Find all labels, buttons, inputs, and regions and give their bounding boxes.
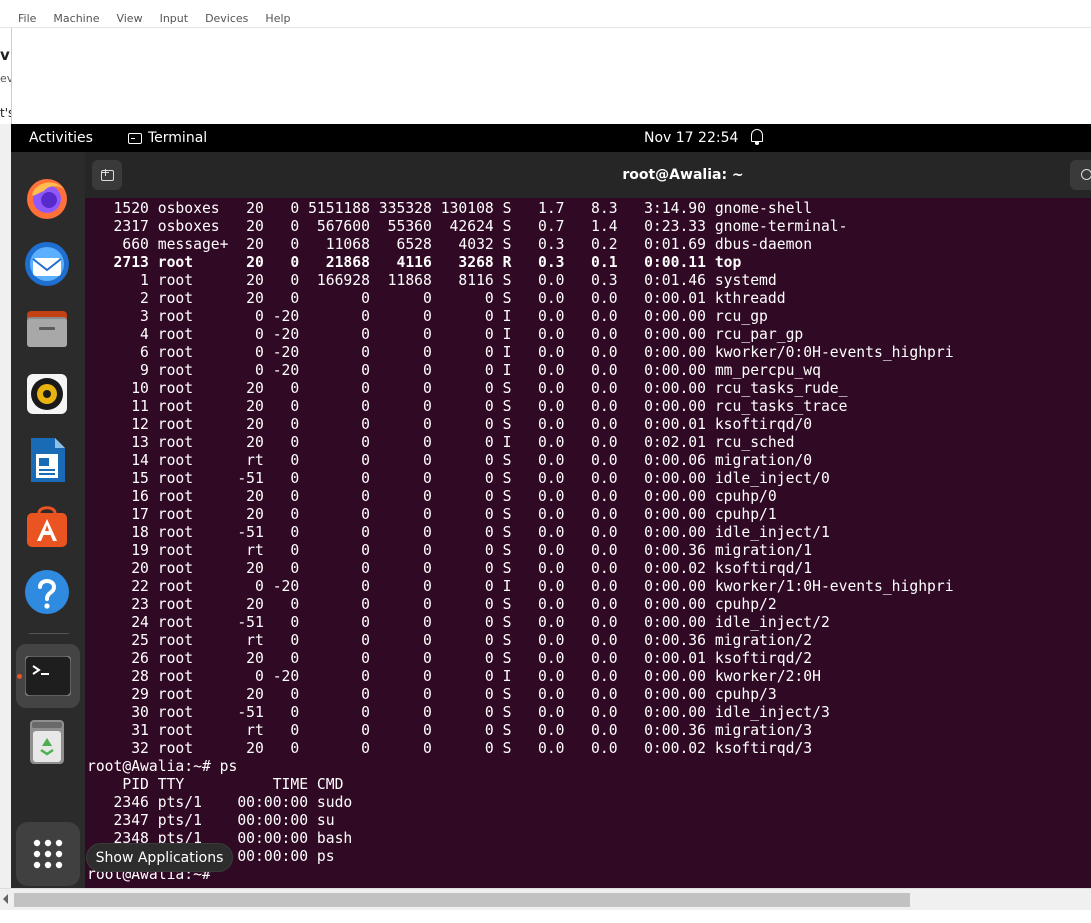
host-menu-devices[interactable]: Devices xyxy=(196,10,256,28)
terminal-line: 30 root -51 0 0 0 0 S 0.0 0.0 0:00.00 id… xyxy=(87,704,830,721)
show-applications-tooltip: Show Applications xyxy=(86,843,233,872)
terminal-headerbar: root@Awalia: ~ xyxy=(85,152,1091,198)
terminal-line: 660 message+ 20 0 11068 6528 4032 S 0.3 … xyxy=(87,236,813,253)
thunderbird-icon xyxy=(25,242,69,286)
show-applications-button[interactable] xyxy=(16,822,80,886)
terminal-line: 13 root 20 0 0 0 0 I 0.0 0.0 0:02.01 rcu… xyxy=(87,434,795,451)
terminal-line: 29 root 20 0 0 0 0 S 0.0 0.0 0:00.00 cpu… xyxy=(87,686,777,703)
terminal-line: 2346 pts/1 00:00:00 sudo xyxy=(87,794,353,811)
show-applications-icon xyxy=(33,839,63,869)
bell-icon[interactable] xyxy=(751,129,763,145)
terminal-line: 3 root 0 -20 0 0 0 I 0.0 0.0 0:00.00 rcu… xyxy=(87,308,768,325)
terminal-line: 1520 osboxes 20 0 5151188 335328 130108 … xyxy=(87,200,813,217)
terminal-line: 17 root 20 0 0 0 0 S 0.0 0.0 0:00.00 cpu… xyxy=(87,506,777,523)
gnome-top-bar: Activities Terminal Nov 17 22:54 xyxy=(11,124,1091,152)
terminal-line: 31 root rt 0 0 0 0 S 0.0 0.0 0:00.36 mig… xyxy=(87,722,813,739)
host-menu-input[interactable]: Input xyxy=(151,10,196,28)
terminal-line: 14 root rt 0 0 0 0 S 0.0 0.0 0:00.06 mig… xyxy=(87,452,813,469)
host-menu-divider xyxy=(0,27,1091,28)
dock-item-thunderbird[interactable] xyxy=(23,240,71,288)
terminal-line: 32 root 20 0 0 0 0 S 0.0 0.0 0:00.02 kso… xyxy=(87,740,813,757)
scroll-left-icon[interactable] xyxy=(3,894,8,904)
terminal-line: 22 root 0 -20 0 0 0 I 0.0 0.0 0:00.00 kw… xyxy=(87,578,954,595)
terminal-line: 10 root 20 0 0 0 0 S 0.0 0.0 0:00.00 rcu… xyxy=(87,380,848,397)
terminal-line: 9 root 0 -20 0 0 0 I 0.0 0.0 0:00.00 mm_… xyxy=(87,362,821,379)
new-tab-button[interactable] xyxy=(92,160,122,190)
dock-item-help[interactable] xyxy=(23,568,71,616)
dock-item-firefox[interactable] xyxy=(23,174,71,222)
app-menu-terminal[interactable]: Terminal xyxy=(128,124,207,152)
dock-item-app-center[interactable] xyxy=(23,502,71,550)
dock-item-rhythmbox[interactable] xyxy=(23,370,71,418)
terminal-icon xyxy=(25,656,71,696)
terminal-line: 16 root 20 0 0 0 0 S 0.0 0.0 0:00.00 cpu… xyxy=(87,488,777,505)
firefox-icon xyxy=(27,179,67,219)
terminal-line: 12 root 20 0 0 0 0 S 0.0 0.0 0:00.01 kso… xyxy=(87,416,813,433)
trash-icon xyxy=(30,720,64,764)
host-side-fragment: ev xyxy=(0,72,11,85)
rhythmbox-icon xyxy=(27,374,67,414)
dock-item-files[interactable] xyxy=(23,304,71,352)
terminal-line: PID TTY TIME CMD xyxy=(87,776,344,793)
host-window-bottom xyxy=(0,910,1091,923)
host-menu-view[interactable]: View xyxy=(107,10,150,28)
terminal-line: 1 root 20 0 166928 11868 8116 S 0.0 0.3 … xyxy=(87,272,777,289)
dock-item-trash[interactable] xyxy=(23,718,71,766)
terminal-line: 6 root 0 -20 0 0 0 I 0.0 0.0 0:00.00 kwo… xyxy=(87,344,954,361)
host-horizontal-scrollbar[interactable] xyxy=(0,888,1091,911)
terminal-line: 28 root 0 -20 0 0 0 I 0.0 0.0 0:00.00 kw… xyxy=(87,668,821,685)
dock-item-writer[interactable] xyxy=(23,436,71,484)
host-side-fragment: t's xyxy=(0,106,11,120)
terminal-line: 18 root -51 0 0 0 0 S 0.0 0.0 0:00.00 id… xyxy=(87,524,830,541)
files-icon xyxy=(27,311,67,347)
scrollbar-thumb[interactable] xyxy=(14,893,910,907)
terminal-line: 2713 root 20 0 21868 4116 3268 R 0.3 0.1… xyxy=(87,254,742,271)
dock-item-terminal[interactable] xyxy=(16,644,80,708)
clock[interactable]: Nov 17 22:54 xyxy=(644,124,738,152)
writer-icon xyxy=(31,438,65,482)
terminal-line: 4 root 0 -20 0 0 0 I 0.0 0.0 0:00.00 rcu… xyxy=(87,326,804,343)
terminal-line: 24 root -51 0 0 0 0 S 0.0 0.0 0:00.00 id… xyxy=(87,614,830,631)
host-window-top: File Machine View Input Devices Help v e… xyxy=(0,0,1091,124)
dock xyxy=(11,152,85,888)
host-side-fragment: v xyxy=(0,46,10,64)
host-menu-machine[interactable]: Machine xyxy=(44,10,107,28)
terminal-line: 23 root 20 0 0 0 0 S 0.0 0.0 0:00.00 cpu… xyxy=(87,596,777,613)
terminal-line: 2347 pts/1 00:00:00 su xyxy=(87,812,335,829)
app-center-icon xyxy=(27,506,67,547)
terminal-line: root@Awalia:~# ps xyxy=(87,758,238,775)
terminal-line: 26 root 20 0 0 0 0 S 0.0 0.0 0:00.01 kso… xyxy=(87,650,813,667)
activities-button[interactable]: Activities xyxy=(29,124,93,152)
running-indicator xyxy=(17,674,22,679)
terminal-title: root@Awalia: ~ xyxy=(622,167,744,183)
new-tab-icon xyxy=(100,168,114,181)
host-menu-help[interactable]: Help xyxy=(256,10,298,28)
dock-separator xyxy=(29,633,69,634)
terminal-line: 2 root 20 0 0 0 0 S 0.0 0.0 0:00.01 kthr… xyxy=(87,290,786,307)
terminal-line: 19 root rt 0 0 0 0 S 0.0 0.0 0:00.36 mig… xyxy=(87,542,813,559)
terminal-line: 11 root 20 0 0 0 0 S 0.0 0.0 0:00.00 rcu… xyxy=(87,398,848,415)
host-side-panel: v ev t's xyxy=(0,28,12,124)
terminal-output[interactable]: 1520 osboxes 20 0 5151188 335328 130108 … xyxy=(85,198,1091,888)
terminal-app-icon xyxy=(128,132,142,144)
help-icon xyxy=(25,570,69,614)
host-menubar: File Machine View Input Devices Help xyxy=(0,10,299,28)
app-menu-label: Terminal xyxy=(148,130,208,146)
terminal-line: 25 root rt 0 0 0 0 S 0.0 0.0 0:00.36 mig… xyxy=(87,632,813,649)
terminal-line: 2317 osboxes 20 0 567600 55360 42624 S 0… xyxy=(87,218,848,235)
terminal-line: 15 root -51 0 0 0 0 S 0.0 0.0 0:00.00 id… xyxy=(87,470,830,487)
terminal-line: 20 root 20 0 0 0 0 S 0.0 0.0 0:00.02 kso… xyxy=(87,560,813,577)
host-menu-file[interactable]: File xyxy=(0,10,44,28)
search-button[interactable] xyxy=(1070,160,1091,190)
